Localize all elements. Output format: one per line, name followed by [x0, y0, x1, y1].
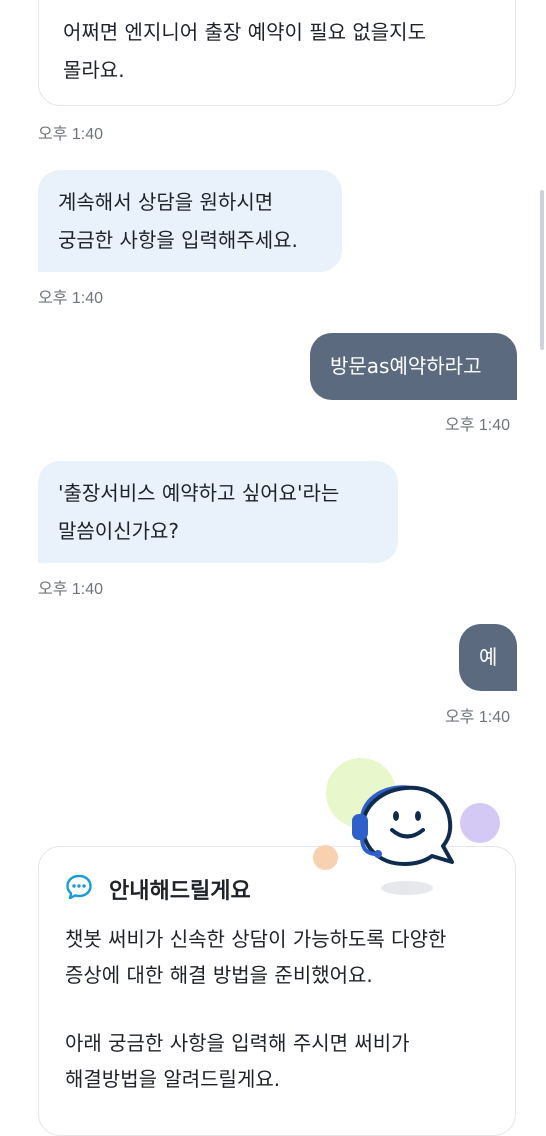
- guide-title: 안내해드릴게요: [109, 879, 251, 904]
- chat-bubble-icon: [65, 873, 109, 905]
- decorative-circle: [313, 845, 338, 870]
- message-timestamp: 오후 1:40: [38, 290, 104, 307]
- decorative-circle: [460, 803, 500, 843]
- bot-message-bubble: 계속해서 상담을 원하시면 궁금한 사항을 입력해주세요.: [38, 170, 342, 272]
- chatbot-mascot-icon: [348, 780, 460, 880]
- user-message-bubble: 예: [459, 624, 517, 691]
- guide-paragraph: 챗봇 써비가 신속한 상담이 가능하도록 다양한 증상에 대한 해결 방법을 준…: [65, 927, 447, 987]
- mascot-shadow: [381, 881, 433, 895]
- guide-card: 안내해드릴게요 챗봇 써비가 신속한 상담이 가능하도록 다양한 증상에 대한 …: [38, 846, 516, 1136]
- scrollbar[interactable]: [540, 190, 544, 350]
- user-message-bubble: 방문as예약하라고: [310, 333, 517, 400]
- bot-message-bubble: '출장서비스 예약하고 싶어요'라는 말씀이신가요?: [38, 461, 398, 563]
- bot-card-text: 어쩌면 엔지니어 출장 예약이 필요 없을지도 몰라요.: [63, 20, 426, 82]
- message-timestamp: 오후 1:40: [38, 581, 104, 598]
- message-timestamp: 오후 1:40: [445, 709, 511, 726]
- bot-card-message: 어쩌면 엔지니어 출장 예약이 필요 없을지도 몰라요.: [38, 0, 516, 106]
- guide-paragraph: 아래 궁금한 사항을 입력해 주시면 써비가 해결방법을 알려드릴게요.: [65, 1031, 410, 1091]
- message-timestamp: 오후 1:40: [445, 417, 511, 434]
- message-timestamp: 오후 1:40: [38, 126, 104, 143]
- guide-header: 안내해드릴게요: [65, 871, 251, 907]
